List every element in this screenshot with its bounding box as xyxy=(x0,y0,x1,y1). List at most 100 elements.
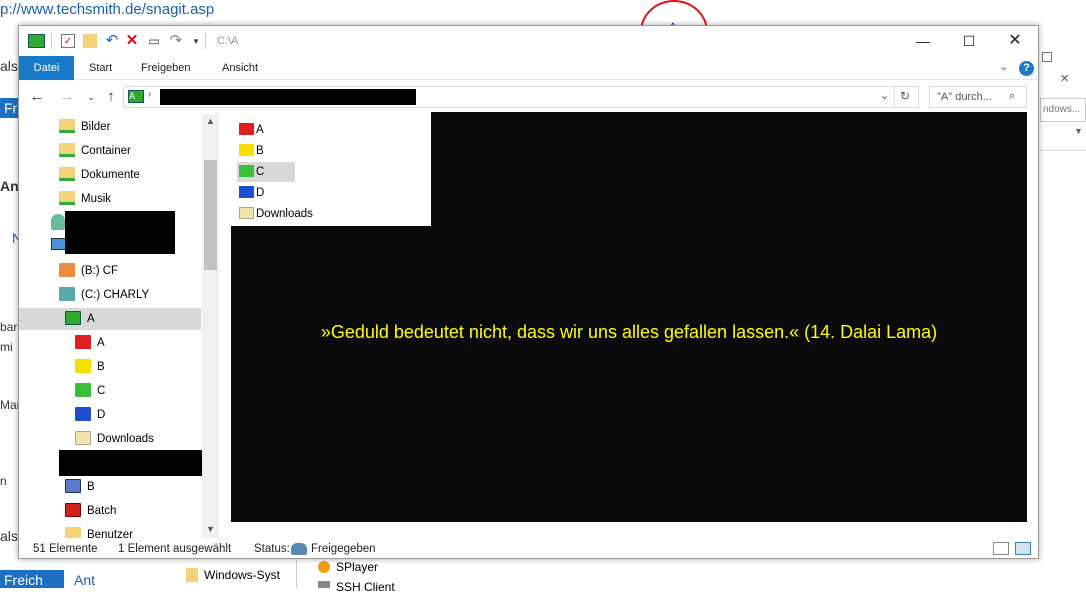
background-divider xyxy=(1040,150,1086,151)
background-input[interactable]: ndows... xyxy=(1040,98,1086,122)
file-item-d[interactable]: D xyxy=(237,183,295,203)
address-bar[interactable]: A › ⌄ ↻ xyxy=(123,86,919,108)
background-text: als xyxy=(0,528,18,544)
tree-item-label: A xyxy=(87,313,95,325)
background-restore-icon xyxy=(1042,52,1052,62)
tree-item-label: (C:) CHARLY xyxy=(81,289,150,301)
tab-start[interactable]: Start xyxy=(79,56,122,80)
tree-item-bilder[interactable]: Bilder xyxy=(59,116,110,138)
scroll-down-icon[interactable]: ▼ xyxy=(206,524,215,534)
status-value: Freigegeben xyxy=(311,543,376,555)
tree-item-label: C xyxy=(97,385,106,397)
background-app-item[interactable]: SSH Client xyxy=(336,580,395,594)
folder-icon xyxy=(59,191,75,205)
selection-count: 1 Element ausgewählt xyxy=(118,543,232,555)
address-dropdown-icon[interactable]: ⌄ xyxy=(880,89,889,102)
tree-item-child-c[interactable]: C xyxy=(75,380,105,402)
rename-icon[interactable]: ▭ xyxy=(147,34,161,48)
tree-item-batch[interactable]: Batch xyxy=(65,500,116,522)
file-label: B xyxy=(256,145,264,157)
tree-item-drive-b[interactable]: (B:) CF xyxy=(59,260,118,282)
folder-icon xyxy=(186,568,198,582)
forward-icon[interactable]: → xyxy=(57,87,77,107)
folder-icon xyxy=(75,407,91,421)
tree-item-container[interactable]: Container xyxy=(59,140,131,162)
folder-icon xyxy=(75,383,91,397)
scrollbar-thumb[interactable] xyxy=(204,160,217,270)
navigation-bar: ← → ⌄ ↑ A › ⌄ ↻ "A" durch... ⌕ xyxy=(19,82,1038,112)
redo-icon[interactable]: ↷ xyxy=(169,33,183,48)
tree-item-dokumente[interactable]: Dokumente xyxy=(59,164,140,186)
folder-icon xyxy=(75,359,91,373)
close-button[interactable]: ✕ xyxy=(992,26,1038,56)
large-icons-view-icon[interactable] xyxy=(1015,542,1031,555)
new-folder-icon[interactable] xyxy=(83,34,97,48)
tab-freigeben[interactable]: Freigeben xyxy=(131,56,201,80)
search-icon[interactable]: ⌕ xyxy=(1009,90,1015,103)
folder-icon xyxy=(59,143,75,157)
recent-locations-icon[interactable]: ⌄ xyxy=(81,87,101,107)
background-arrow-icon: ▼ xyxy=(1074,126,1083,136)
expand-ribbon-icon[interactable]: ⌄ xyxy=(999,60,1008,73)
up-icon[interactable]: ↑ xyxy=(101,87,121,107)
scroll-up-icon[interactable]: ▲ xyxy=(206,116,215,126)
drive-icon xyxy=(59,287,75,301)
window-title: C:\A xyxy=(217,35,239,47)
item-count: 51 Elemente xyxy=(33,543,98,555)
file-item-b[interactable]: B xyxy=(237,141,295,161)
refresh-icon[interactable]: ↻ xyxy=(900,89,910,103)
breadcrumb-chevron-icon[interactable]: › xyxy=(148,89,151,100)
divider xyxy=(51,33,52,49)
back-icon[interactable]: ← xyxy=(27,87,47,107)
background-app-item[interactable]: SPlayer xyxy=(336,560,378,574)
tree-item-benutzer[interactable]: Benutzer xyxy=(65,524,133,538)
background-button[interactable]: Freich xyxy=(0,570,64,588)
file-list: A B C D Downloads xyxy=(231,112,431,226)
minimize-button[interactable]: — xyxy=(900,26,946,56)
tree-item-label: D xyxy=(97,409,106,421)
maximize-button[interactable]: ☐ xyxy=(946,26,992,56)
file-item-c[interactable]: C xyxy=(237,162,295,182)
tree-item-label: Benutzer xyxy=(87,529,134,538)
help-icon[interactable]: ? xyxy=(1019,61,1034,76)
file-item-downloads[interactable]: Downloads xyxy=(237,204,327,224)
status-label: Status: xyxy=(254,543,290,555)
tree-item-child-d[interactable]: D xyxy=(75,404,105,426)
properties-icon[interactable]: ✓ xyxy=(61,34,75,48)
folder-icon xyxy=(239,144,254,156)
downloads-folder-icon xyxy=(75,431,91,445)
navigation-pane: Bilder Container Dokumente Musik (B:) CF… xyxy=(19,114,219,538)
delete-icon[interactable]: ✕ xyxy=(125,33,139,48)
background-close-icon: ✕ xyxy=(1060,73,1070,85)
background-text: mi xyxy=(0,340,13,354)
tree-item-child-a[interactable]: A xyxy=(75,332,105,354)
tree-item-label: Downloads xyxy=(97,433,154,445)
downloads-folder-icon xyxy=(239,207,254,219)
background-url[interactable]: p://www.techsmith.de/snagit.asp xyxy=(0,1,214,18)
background-button[interactable]: Freil xyxy=(0,98,18,118)
selected-row-highlight xyxy=(19,308,201,330)
file-item-a[interactable]: A xyxy=(237,120,295,140)
folder-icon xyxy=(59,167,75,181)
tree-item-drive-c[interactable]: (C:) CHARLY xyxy=(59,284,149,306)
tab-ansicht[interactable]: Ansicht xyxy=(212,56,268,80)
tab-datei[interactable]: Datei xyxy=(19,56,74,80)
background-text: als xyxy=(0,58,18,74)
background-text: n xyxy=(0,474,7,488)
tree-item-label: Musik xyxy=(81,193,112,205)
background-taskbar-item[interactable]: Windows-Syst xyxy=(204,568,280,582)
title-bar: ✓ ↶ ✕ ▭ ↷ ▾ C:\A — ☐ ✕ xyxy=(19,26,1038,56)
background-divider xyxy=(296,560,297,588)
nav-scrollbar[interactable]: ▲ ▼ xyxy=(202,114,219,538)
folder-icon xyxy=(59,119,75,133)
ribbon-tabs: Datei Start Freigeben Ansicht ⌄ ? xyxy=(19,56,1038,80)
customize-toolbar-icon[interactable]: ▾ xyxy=(189,34,203,48)
details-view-icon[interactable] xyxy=(993,542,1009,555)
tree-item-a[interactable]: A xyxy=(65,308,95,330)
shared-users-icon xyxy=(291,543,307,555)
tree-item-musik[interactable]: Musik xyxy=(59,188,111,210)
tree-item-child-b[interactable]: B xyxy=(75,356,105,378)
undo-icon[interactable]: ↶ xyxy=(105,33,119,48)
tree-item-downloads[interactable]: Downloads xyxy=(75,428,154,450)
tree-item-b[interactable]: B xyxy=(65,476,95,498)
